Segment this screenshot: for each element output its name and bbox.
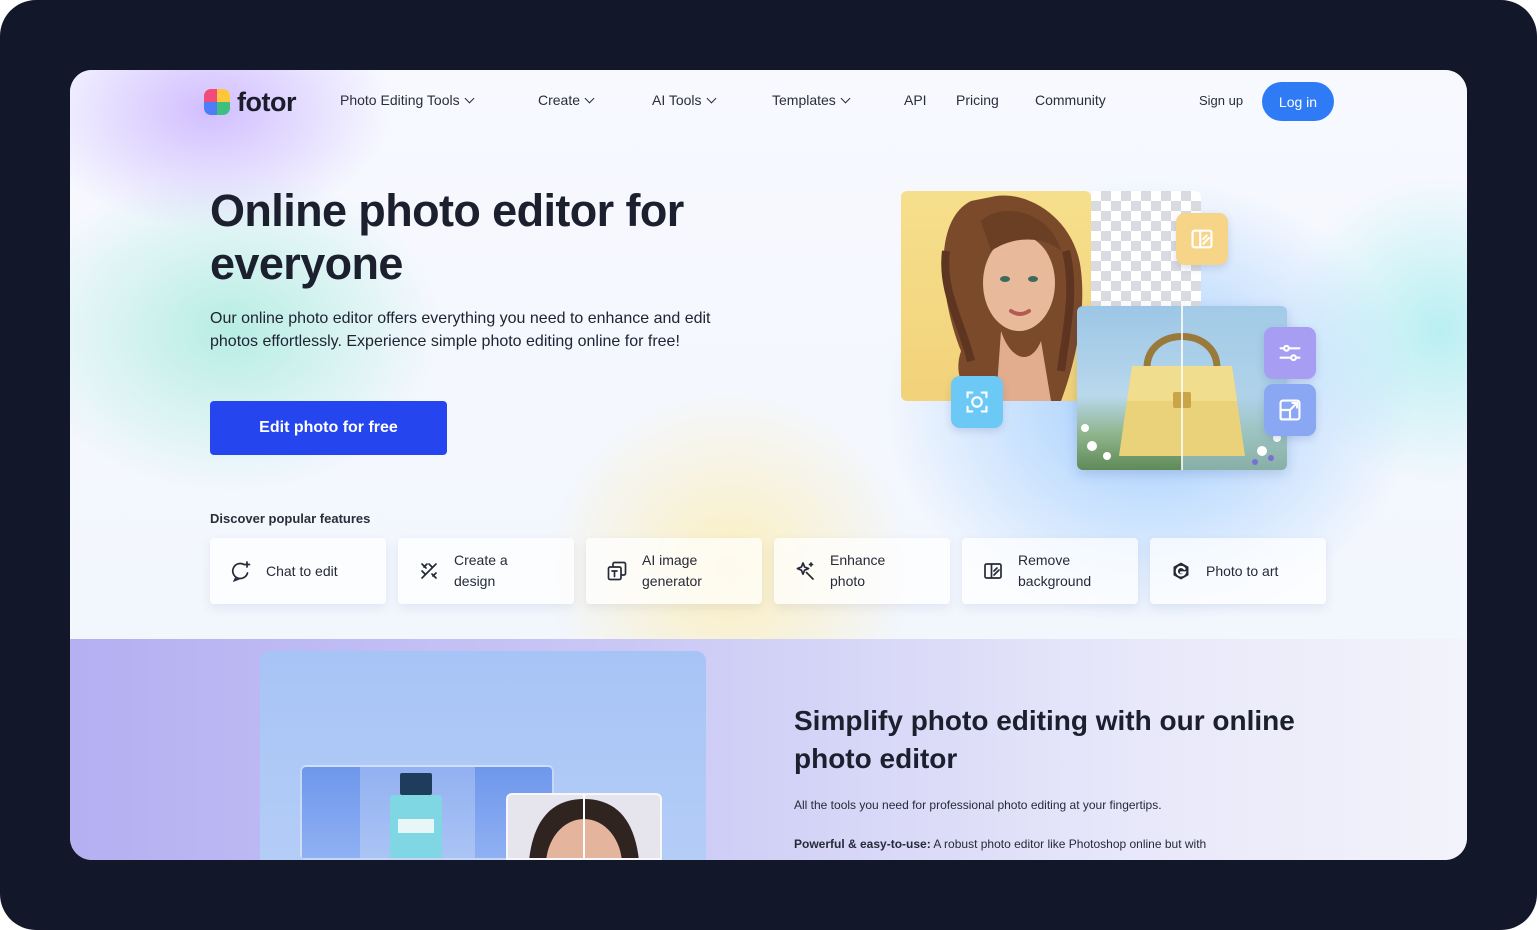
section-title: Simplify photo editing with our online p… — [794, 705, 1295, 774]
chat-sparkle-icon — [231, 561, 251, 582]
tile-remove-bg[interactable] — [1176, 213, 1228, 265]
remove-background-icon — [1191, 229, 1213, 249]
chevron-down-icon — [706, 93, 716, 103]
nav-templates[interactable]: Templates — [772, 92, 851, 108]
nav-pricing[interactable]: Pricing — [956, 92, 999, 108]
chevron-down-icon — [464, 93, 475, 103]
tile-resize[interactable] — [1264, 384, 1316, 436]
section-intro: All the tools you need for professional … — [794, 798, 1162, 812]
nav-community[interactable]: Community — [1035, 92, 1106, 108]
fotor-logo-icon — [204, 89, 230, 115]
feature-create-design[interactable]: Create a design — [398, 538, 574, 604]
logo-text: fotor — [237, 86, 296, 117]
magic-wand-icon — [796, 562, 814, 580]
face-scan-icon — [966, 391, 988, 413]
hero-subtitle: Our online photo editor offers everythin… — [210, 310, 711, 350]
tile-face-retouch[interactable] — [951, 376, 1003, 428]
sliders-icon — [1279, 344, 1301, 362]
remove-background-icon — [984, 563, 1002, 579]
fotor-logo[interactable]: fotor — [204, 86, 296, 117]
feature-remove-background[interactable]: Remove background — [962, 538, 1138, 604]
feature-label: AI image generator — [642, 552, 702, 589]
nav-create[interactable]: Create — [538, 92, 595, 108]
image-text-icon — [607, 561, 627, 581]
tile-adjust[interactable] — [1264, 327, 1316, 379]
hero-section: fotor Photo Editing Tools Create AI Tool… — [70, 70, 1467, 639]
point-label: Powerful & easy-to-use: — [794, 837, 931, 851]
discover-features-heading: Discover popular features — [210, 511, 371, 526]
chevron-down-icon — [840, 93, 851, 103]
nav-label: AI Tools — [652, 92, 702, 108]
portrait-compare-card — [506, 793, 662, 860]
feature-enhance-photo[interactable]: Enhance photo — [774, 538, 950, 604]
feature-label: Enhance photo — [830, 552, 886, 589]
nav-photo-editing-tools[interactable]: Photo Editing Tools — [340, 92, 475, 108]
handbag-photo — [1077, 306, 1287, 470]
nav-label: Photo Editing Tools — [340, 92, 460, 108]
feature-list: Chat to edit Create a design AI image ge… — [210, 538, 1326, 604]
log-in-button[interactable]: Log in — [1262, 82, 1334, 121]
nav-label: Templates — [772, 92, 836, 108]
device-frame: fotor Photo Editing Tools Create AI Tool… — [0, 0, 1537, 930]
point-text: A robust photo editor like Photoshop onl… — [930, 837, 1207, 851]
face-compare-illustration — [529, 795, 639, 858]
feature-label: Photo to art — [1206, 562, 1279, 579]
feature-chat-to-edit[interactable]: Chat to edit — [210, 538, 386, 604]
feature-ai-image-generator[interactable]: AI image generator — [586, 538, 762, 604]
nav-ai-tools[interactable]: AI Tools — [652, 92, 716, 108]
portrait-illustration — [941, 195, 1083, 401]
portrait-photo — [901, 191, 1091, 401]
hero-title: Online photo editor for everyone — [210, 185, 684, 289]
feature-label: Create a design — [454, 552, 508, 589]
art-logo-icon — [1173, 562, 1189, 580]
chevron-down-icon — [584, 93, 595, 103]
handbag-illustration — [1081, 306, 1287, 470]
edit-photo-button[interactable]: Edit photo for free — [210, 401, 447, 455]
nav-label: Pricing — [956, 92, 999, 108]
nav-label: Community — [1035, 92, 1106, 108]
feature-photo-to-art[interactable]: Photo to art — [1150, 538, 1326, 604]
feature-label: Remove background — [1018, 552, 1092, 589]
nav-label: API — [904, 92, 927, 108]
sign-up-link[interactable]: Sign up — [1199, 93, 1243, 108]
resize-icon — [1279, 399, 1301, 421]
design-tools-icon — [421, 563, 437, 579]
feature-label: Chat to edit — [266, 562, 338, 579]
section-point: Powerful & easy-to-use: A robust photo e… — [794, 833, 1314, 860]
nav-label: Create — [538, 92, 581, 108]
nav-api[interactable]: API — [904, 92, 927, 108]
